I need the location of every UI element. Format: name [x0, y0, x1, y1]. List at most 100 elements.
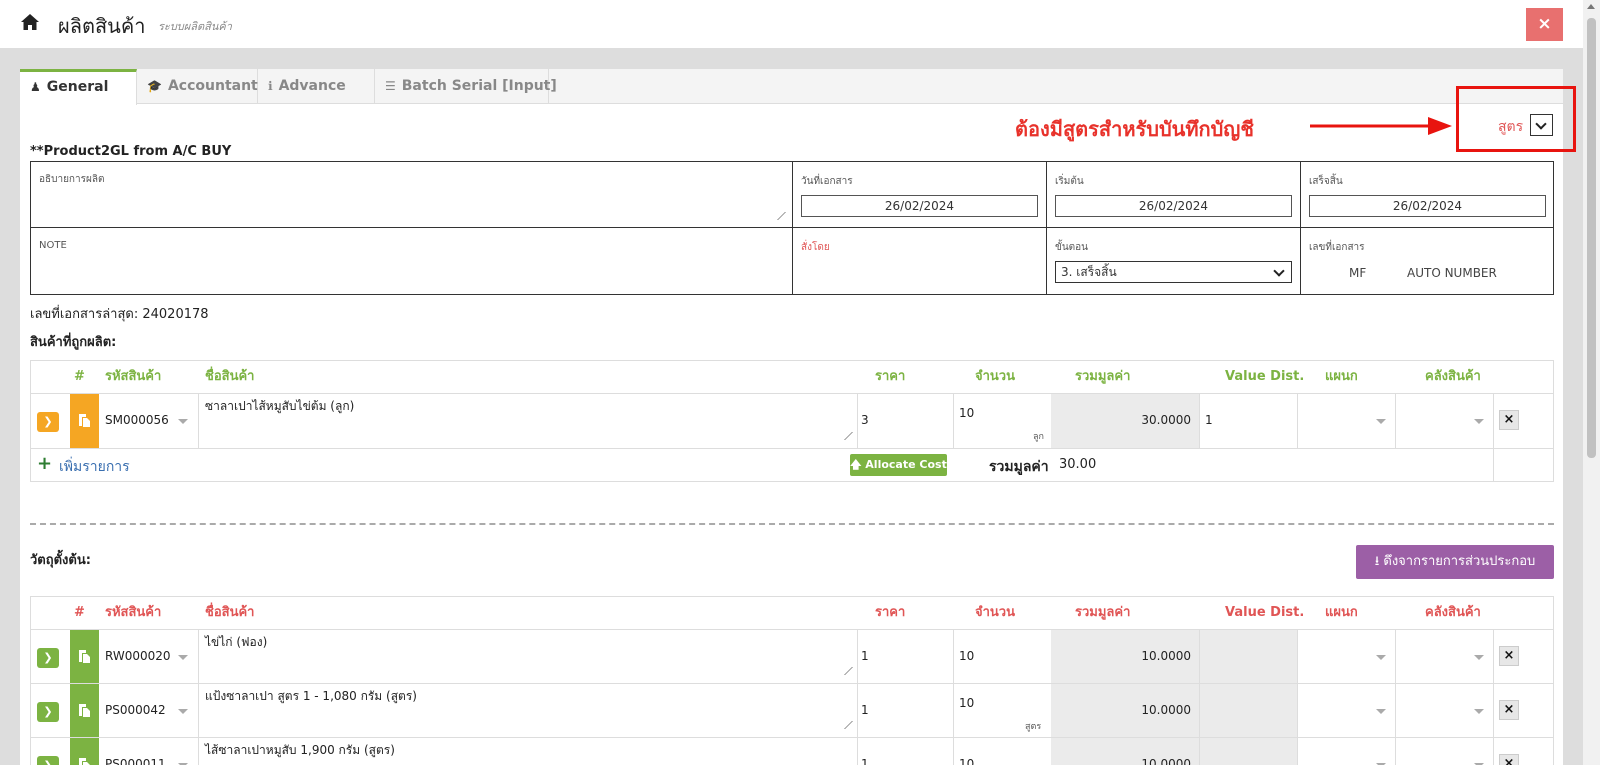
product-name: ซาลาเปาไส้หมูสับไข่ต้ม (ลูก)	[205, 399, 355, 413]
delete-row-button[interactable]: ×	[1499, 410, 1519, 430]
col-hash: #	[74, 605, 85, 620]
page-subtitle: ระบบผลิตสินค้า	[158, 20, 232, 33]
table-row: ❯ RW000020 ไข่ไก่ (ฟอง) 1 10 10.0000 ×	[31, 629, 1553, 683]
warehouse-select[interactable]	[1395, 630, 1493, 683]
chevron-down-icon	[1474, 419, 1484, 424]
product-code[interactable]: PS000042	[105, 703, 166, 717]
tab-batch-serial[interactable]: ☰ Batch Serial [Input]	[375, 69, 557, 104]
chevron-down-icon[interactable]	[178, 419, 188, 424]
column-divider	[953, 630, 954, 683]
qty-value[interactable]: 10	[959, 406, 974, 420]
add-item-link[interactable]: เพิ่มรายการ	[59, 456, 130, 478]
tab-label: Accountant	[167, 78, 258, 94]
ordered-by-cell[interactable]: สั่งโดย	[793, 228, 1047, 294]
sum-label: รวมมูลค่า	[989, 459, 1049, 475]
tab-accountant[interactable]: 🎓 Accountant	[137, 69, 258, 104]
price-value[interactable]: 1	[861, 703, 869, 717]
col-total: รวมมูลค่า	[1075, 369, 1131, 384]
step-select[interactable]: 3. เสร็จสิ้น	[1055, 261, 1292, 283]
product-code[interactable]: RW000020	[105, 649, 171, 663]
product-name: ไข่ไก่ (ฟอง)	[205, 635, 268, 649]
finish-date-input[interactable]: 26/02/2024	[1309, 195, 1546, 217]
delete-row-button[interactable]: ×	[1499, 754, 1519, 765]
col-code: รหัสสินค้า	[105, 605, 162, 620]
tab-general[interactable]: ♟ General	[20, 69, 137, 105]
materials-table: # รหัสสินค้า ชื่อสินค้า ราคา จำนวน รวมมู…	[30, 596, 1554, 765]
last-doc-number: เลขที่เอกสารล่าสุด: 24020178	[30, 307, 209, 322]
warehouse-select[interactable]	[1395, 738, 1493, 765]
user-icon: ♟	[30, 80, 41, 94]
col-dept: แผนก	[1325, 605, 1358, 620]
value-dist-cell	[1199, 630, 1297, 683]
table-row: ❯ SM000056 ซาลาเปาไส้หมูสับไข่ต้ม (ลูก) …	[31, 393, 1553, 448]
dept-select[interactable]	[1297, 738, 1395, 765]
doc-date-cell: วันที่เอกสาร 26/02/2024	[793, 162, 1047, 228]
price-value[interactable]: 1	[861, 649, 869, 663]
scroll-up-icon[interactable]	[1587, 4, 1595, 9]
chevron-down-icon[interactable]	[178, 655, 188, 660]
tab-advance[interactable]: ℹ Advance	[258, 69, 375, 104]
resize-grip-icon[interactable]	[837, 432, 853, 440]
dept-select[interactable]	[1297, 394, 1395, 448]
price-value[interactable]: 1	[861, 757, 869, 765]
col-dept: แผนก	[1325, 369, 1358, 384]
product-code[interactable]: SM000056	[105, 413, 169, 427]
home-icon[interactable]	[20, 13, 40, 31]
warehouse-select[interactable]	[1395, 394, 1493, 448]
qty-value[interactable]: 10	[959, 757, 974, 765]
copy-cell[interactable]	[70, 394, 99, 448]
total-value: 10.0000	[1141, 649, 1191, 663]
copy-cell[interactable]	[70, 738, 99, 765]
description-label: อธิบายการผลิต	[39, 174, 105, 185]
note-cell[interactable]: NOTE	[31, 228, 793, 294]
doc-date-input[interactable]: 26/02/2024	[801, 195, 1038, 217]
col-warehouse: คลังสินค้า	[1425, 605, 1481, 620]
resize-grip-icon[interactable]	[770, 212, 786, 220]
price-value[interactable]: 3	[861, 413, 869, 427]
delete-cell: ×	[1493, 738, 1553, 765]
qty-value[interactable]: 10	[959, 696, 974, 710]
qty-unit: สูตร	[1025, 722, 1042, 732]
resize-grip-icon[interactable]	[837, 721, 853, 729]
delete-cell: ×	[1493, 394, 1553, 448]
product-name-field[interactable]: ไข่ไก่ (ฟอง)	[198, 630, 858, 683]
product-name-field[interactable]: ไส้ซาลาเปาหมูสับ 1,900 กรัม (สูตร)	[198, 738, 858, 765]
resize-grip-icon[interactable]	[837, 667, 853, 675]
plus-icon[interactable]: +	[37, 453, 52, 474]
doc-number-label: เลขที่เอกสาร	[1309, 242, 1365, 253]
row-expand-button[interactable]: ❯	[37, 702, 59, 722]
close-button[interactable]: ×	[1526, 8, 1563, 41]
row-expand-button[interactable]: ❯	[37, 756, 59, 765]
col-price: ราคา	[875, 605, 906, 620]
value-dist-cell[interactable]: 1	[1199, 394, 1297, 448]
section-divider	[30, 523, 1554, 525]
dept-select[interactable]	[1297, 684, 1395, 737]
start-date-input[interactable]: 26/02/2024	[1055, 195, 1292, 217]
delete-row-button[interactable]: ×	[1499, 700, 1519, 720]
qty-value[interactable]: 10	[959, 649, 974, 663]
sum-value: 30.00	[1059, 457, 1097, 472]
row-expand-button[interactable]: ❯	[37, 648, 59, 668]
copy-cell[interactable]	[70, 684, 99, 737]
dept-select[interactable]	[1297, 630, 1395, 683]
pull-components-button[interactable]: ⭳ ดึงจากรายการส่วนประกอบ	[1356, 545, 1554, 579]
value-dist-value: 1	[1205, 413, 1213, 427]
product-name: แป้งซาลาเปา สูตร 1 - 1,080 กรัม (สูตร)	[205, 689, 417, 703]
total-value: 30.0000	[1141, 413, 1191, 427]
delete-row-button[interactable]: ×	[1499, 646, 1519, 666]
value-dist-cell	[1199, 738, 1297, 765]
allocate-cost-button[interactable]: 🡅 Allocate Cost	[850, 454, 947, 476]
production-form: อธิบายการผลิต วันที่เอกสาร 26/02/2024 เร…	[30, 161, 1554, 295]
warehouse-select[interactable]	[1395, 684, 1493, 737]
product-name-field[interactable]: แป้งซาลาเปา สูตร 1 - 1,080 กรัม (สูตร)	[198, 684, 858, 737]
formula-select[interactable]	[1530, 114, 1553, 136]
chevron-down-icon[interactable]	[178, 709, 188, 714]
doc-number-cell: เลขที่เอกสาร MF AUTO NUMBER	[1301, 228, 1553, 294]
product-code[interactable]: PS000011	[105, 757, 166, 765]
scroll-thumb[interactable]	[1587, 18, 1596, 458]
product-name-field[interactable]: ซาลาเปาไส้หมูสับไข่ต้ม (ลูก)	[198, 394, 858, 448]
copy-cell[interactable]	[70, 630, 99, 683]
row-expand-button[interactable]: ❯	[37, 412, 59, 432]
page-scrollbar[interactable]	[1583, 0, 1600, 765]
description-cell[interactable]: อธิบายการผลิต	[31, 162, 793, 228]
